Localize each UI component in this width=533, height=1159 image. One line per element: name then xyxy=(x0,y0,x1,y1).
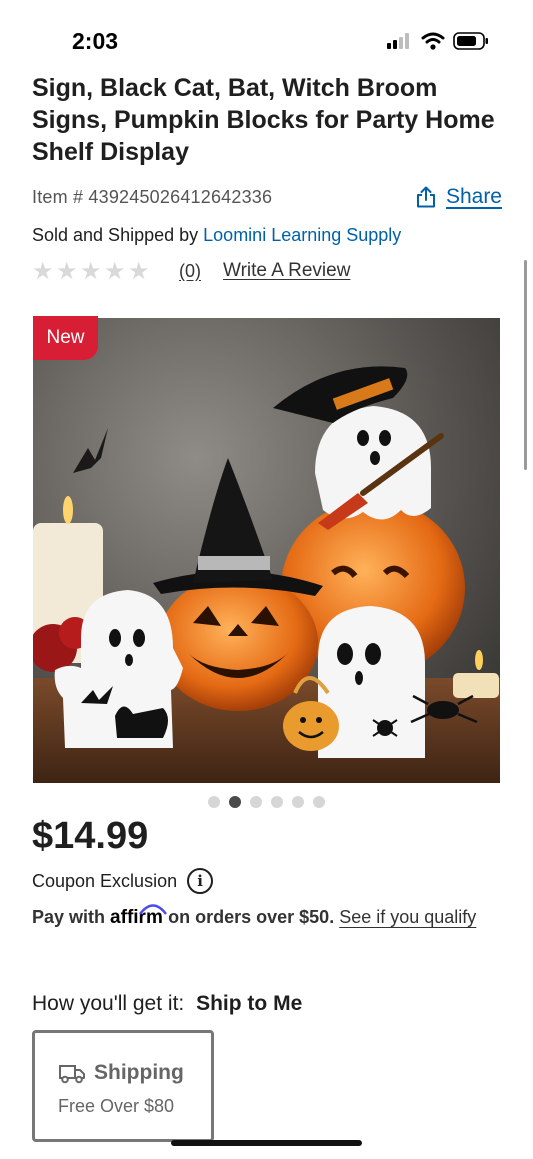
star-icon: ★ xyxy=(104,256,126,285)
affirm-arc-icon xyxy=(139,904,167,915)
shipping-card-subtitle: Free Over $80 xyxy=(58,1096,175,1116)
affirm-message: Pay with affirm on orders over $50. See … xyxy=(32,904,492,931)
star-icon: ★ xyxy=(128,256,150,285)
affirm-middle: on orders over $50. xyxy=(168,907,335,927)
status-time: 2:03 xyxy=(72,28,119,54)
home-indicator[interactable] xyxy=(171,1140,362,1146)
sold-by-prefix: Sold and Shipped by xyxy=(32,225,199,245)
carousel-dot[interactable] xyxy=(250,796,262,808)
share-label: Share xyxy=(445,185,502,208)
share-icon xyxy=(416,186,435,208)
shipping-card-title: Shipping xyxy=(58,1061,184,1085)
signal-icon xyxy=(387,33,409,49)
write-review-link[interactable]: Write A Review xyxy=(223,260,350,282)
affirm-qualify-link[interactable]: See if you qualify xyxy=(339,907,476,927)
share-button[interactable]: Share xyxy=(416,185,502,209)
item-row: Item # 439245026412642336 Share xyxy=(32,183,502,211)
battery-icon xyxy=(453,32,488,50)
coupon-row: Coupon Exclusion i xyxy=(32,868,214,894)
fulfillment-label: How you'll get it: xyxy=(32,992,185,1015)
review-count-link[interactable]: (0) xyxy=(179,261,201,282)
shipping-card-label: Shipping xyxy=(94,1061,184,1084)
carousel-dot-active[interactable] xyxy=(229,796,241,808)
carousel-dot[interactable] xyxy=(313,796,325,808)
shipping-option-card[interactable]: Shipping Free Over $80 xyxy=(32,1030,214,1142)
status-icons xyxy=(387,32,489,50)
product-title: Sign, Black Cat, Bat, Witch Broom Signs,… xyxy=(32,74,495,166)
carousel-dot[interactable] xyxy=(292,796,304,808)
truck-icon xyxy=(59,1065,85,1084)
affirm-prefix: Pay with xyxy=(32,907,106,927)
fulfillment-row: How you'll get it: Ship to Me xyxy=(32,992,302,1016)
status-bar: 2:03 xyxy=(0,0,533,76)
wifi-icon xyxy=(421,32,445,50)
star-icon: ★ xyxy=(56,256,78,285)
star-icon: ★ xyxy=(80,256,102,285)
product-image[interactable] xyxy=(33,318,500,783)
carousel-dots xyxy=(208,796,325,808)
sold-by-row: Sold and Shipped by Loomini Learning Sup… xyxy=(32,225,401,246)
coupon-label: Coupon Exclusion xyxy=(32,870,178,891)
info-icon[interactable]: i xyxy=(187,868,214,894)
scrollbar[interactable] xyxy=(524,260,527,470)
carousel-dot[interactable] xyxy=(208,796,220,808)
affirm-logo: affirm xyxy=(110,904,168,928)
carousel-dot[interactable] xyxy=(271,796,283,808)
star-icon: ★ xyxy=(32,256,54,285)
rating-stars: ★ ★ ★ ★ ★ xyxy=(32,256,151,285)
product-price: $14.99 xyxy=(32,815,149,857)
review-row: ★ ★ ★ ★ ★ (0) Write A Review xyxy=(32,258,350,284)
seller-link[interactable]: Loomini Learning Supply xyxy=(203,225,401,245)
fulfillment-method: Ship to Me xyxy=(196,992,303,1015)
item-number: Item # 439245026412642336 xyxy=(32,186,273,207)
new-badge: New xyxy=(33,316,98,360)
